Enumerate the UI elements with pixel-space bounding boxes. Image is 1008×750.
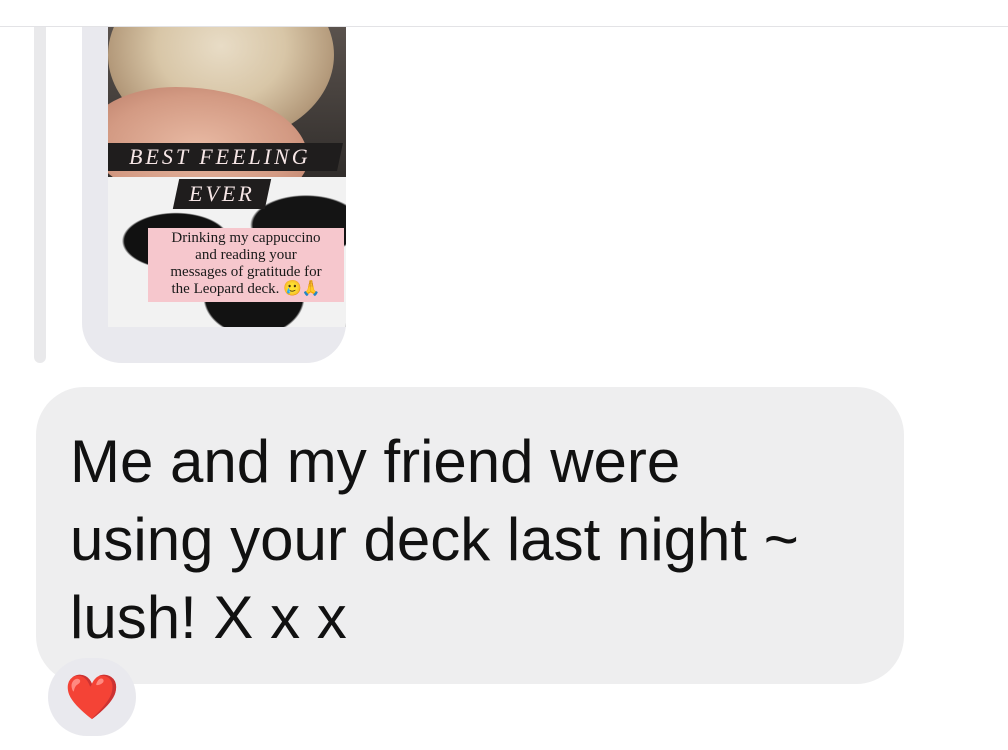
- heart-reaction[interactable]: ❤️: [48, 658, 136, 736]
- story-caption-line: the Leopard deck. 🥲🙏: [171, 281, 321, 297]
- story-caption-line: messages of gratitude for: [170, 264, 322, 280]
- reply-thread-line: [34, 27, 46, 363]
- message-line: using your deck last night ~: [70, 506, 799, 573]
- message-line: Me and my friend were: [70, 428, 681, 495]
- story-caption-line: Drinking my cappuccino: [171, 230, 321, 246]
- story-caption-line: and reading your: [195, 247, 297, 263]
- story-reply-bubble[interactable]: BEST FEELING EVER Drinking my cappuccino…: [82, 27, 346, 363]
- heart-icon: ❤️: [64, 673, 120, 722]
- story-overlay-title: BEST FEELING: [108, 143, 343, 171]
- story-image[interactable]: BEST FEELING EVER Drinking my cappuccino…: [108, 27, 346, 327]
- story-overlay-title-text: BEST FEELING: [129, 144, 311, 169]
- story-overlay-subtitle-text: EVER: [189, 181, 255, 206]
- message-text: Me and my friend were using your deck la…: [70, 423, 890, 657]
- story-overlay-subtitle: EVER: [172, 179, 272, 209]
- message-line: lush! X x x: [70, 584, 347, 651]
- story-caption: Drinking my cappuccino and reading your …: [148, 228, 344, 302]
